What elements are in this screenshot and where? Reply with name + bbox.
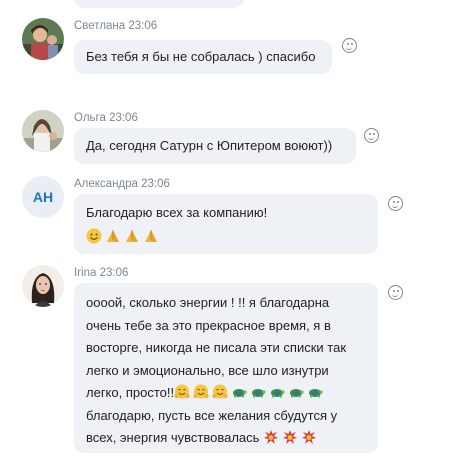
message-text: Благодарю всех за компанию! (86, 205, 268, 220)
message-text: Без тебя я бы не собралась ) спасибо (86, 49, 316, 64)
message-meta: Светлана 23:06 (74, 20, 157, 32)
user-photo-icon[interactable] (22, 18, 64, 60)
message-meta: Александра 23:06 (74, 178, 170, 190)
author-name[interactable]: Ольга (74, 112, 106, 124)
collision-emoji (283, 430, 298, 444)
collision-emoji (302, 430, 317, 444)
folded-hands-emoji (126, 230, 138, 242)
hugging-face-emoji (174, 384, 190, 399)
author-name[interactable]: Светлана (74, 20, 125, 32)
emoji-line (86, 226, 366, 248)
user-photo-icon[interactable] (22, 110, 64, 152)
message-text-line: легко и эмоционально, все шло изнутри (86, 362, 329, 378)
message-text-line: очень тебе за это прекрасное время, я в (86, 317, 331, 333)
message-bubble: Да, сегодня Сатурн с Юпитером воюют)) (74, 128, 356, 164)
turtle-emoji (309, 389, 323, 398)
add-reaction-icon[interactable] (342, 38, 357, 53)
message-text-line: восторге, никогда не писала эти списки т… (86, 340, 346, 355)
hugging-face-emoji (212, 384, 228, 399)
message-time: 23:06 (99, 267, 129, 279)
collision-emoji (264, 430, 279, 444)
initials-text: AH (32, 189, 54, 205)
author-name[interactable]: Александра (74, 178, 138, 190)
message-bubble: Без тебя я бы не собралась ) спасибо (74, 40, 332, 74)
message-time: 23:06 (128, 20, 158, 32)
turtle-emoji (252, 389, 266, 398)
add-reaction-icon[interactable] (388, 196, 403, 211)
message-text: Да, сегодня Сатурн с Юпитером воюют)) (86, 138, 333, 153)
smiling-face-emoji (86, 228, 102, 244)
avatar-initials[interactable]: AH (22, 176, 64, 218)
folded-hands-emoji (107, 230, 119, 242)
message-text-fragment: легко, просто!! (86, 385, 175, 400)
user-photo-icon[interactable] (22, 265, 64, 307)
add-reaction-icon[interactable] (364, 128, 379, 143)
message-meta: Irina 23:06 (74, 267, 128, 279)
emoji-text-line: легко, просто!! (86, 382, 366, 405)
message-meta: Ольга 23:06 (74, 112, 138, 124)
message-time: 23:06 (109, 112, 138, 124)
author-name[interactable]: Irina (74, 267, 96, 279)
hugging-face-emoji (193, 384, 209, 399)
add-reaction-icon[interactable] (388, 285, 403, 300)
message-text-fragment: всех, энергия чувствовалась (86, 430, 260, 445)
message-text-line: благодарю, пусть все желания сбудутся у (86, 407, 338, 423)
message-bubble: Благодарю всех за компанию! (74, 194, 378, 254)
previous-message-bubble (74, 0, 244, 8)
message-bubble: оооой, сколько энергии ! !! я благодарна… (74, 283, 378, 453)
turtle-emoji (271, 389, 285, 398)
folded-hands-emoji (145, 230, 157, 242)
message-time: 23:06 (141, 178, 170, 190)
emoji-text-line: всех, энергия чувствовалась (86, 427, 366, 450)
turtle-emoji (290, 389, 304, 398)
turtle-emoji (233, 389, 247, 398)
message-text-line: оооой, сколько энергии ! !! я благодарна (86, 295, 330, 310)
